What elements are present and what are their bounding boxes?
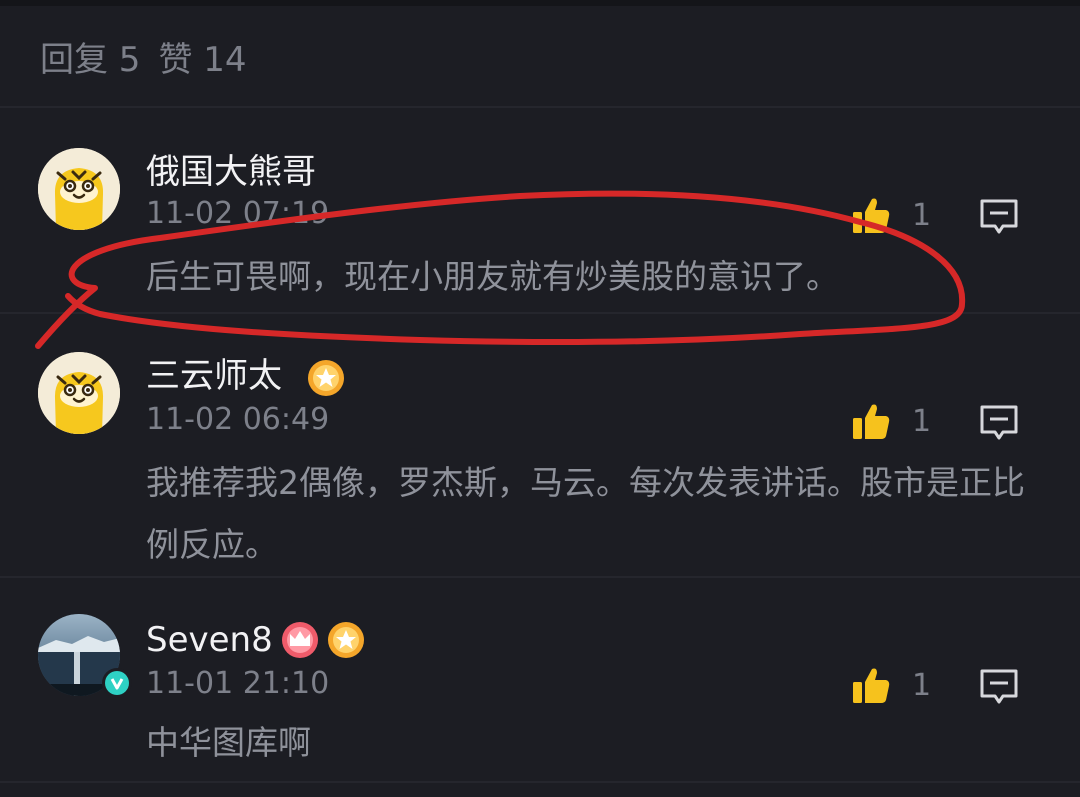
like-count-total[interactable]: 赞 14 (158, 32, 246, 81)
reply-count[interactable]: 回复 5 (40, 32, 140, 81)
thumbs-up-icon[interactable] (850, 664, 892, 706)
reply-comment-icon[interactable] (978, 196, 1020, 238)
comment-username[interactable]: 三云师太 (146, 356, 282, 396)
comment-item: Seven8 11-01 21:10 1 中华图库啊 (0, 578, 1080, 783)
comment-item: 俄国大熊哥 11-02 07:19 1 后生可畏啊，现在小朋友就有炒美股的意识了… (0, 108, 1080, 312)
comment-item: 三云师太 11-02 06:49 1 我推荐我2偶像，罗杰斯，马云。每次发表讲话… (0, 314, 1080, 576)
comment-like-count: 1 (912, 404, 932, 439)
comment-like-count: 1 (912, 668, 932, 703)
comment-like-count: 1 (912, 198, 932, 233)
comment-body: 我推荐我2偶像，罗杰斯，马云。每次发表讲话。股市是正比例反应。 (146, 463, 1025, 564)
divider (0, 781, 1080, 783)
comment-body: 后生可畏啊，现在小朋友就有炒美股的意识了。 (146, 257, 839, 296)
thumbs-up-icon[interactable] (850, 400, 892, 442)
comment-username[interactable]: 俄国大熊哥 (146, 152, 316, 192)
reply-comment-icon[interactable] (978, 666, 1020, 708)
verified-badge-icon (102, 668, 132, 698)
thumbs-up-icon[interactable] (850, 194, 892, 236)
comment-timestamp: 11-02 06:49 (146, 402, 330, 437)
comment-username[interactable]: Seven8 (146, 620, 273, 660)
comment-body: 中华图库啊 (146, 723, 311, 762)
comment-thread-screen: 回复 5 赞 14 俄国大熊哥 11-02 07:19 1 后生可畏啊，现在小朋… (0, 0, 1080, 797)
star-badge-icon (306, 358, 346, 398)
tiger-avatar-icon[interactable] (38, 148, 120, 230)
crown-badge-icon (280, 620, 320, 660)
comment-timestamp: 11-01 21:10 (146, 666, 330, 701)
star-badge-icon (326, 620, 366, 660)
stats-bar: 回复 5 赞 14 (0, 6, 1080, 106)
tiger-avatar-icon[interactable] (38, 352, 120, 434)
reply-comment-icon[interactable] (978, 402, 1020, 444)
comment-timestamp: 11-02 07:19 (146, 196, 330, 231)
